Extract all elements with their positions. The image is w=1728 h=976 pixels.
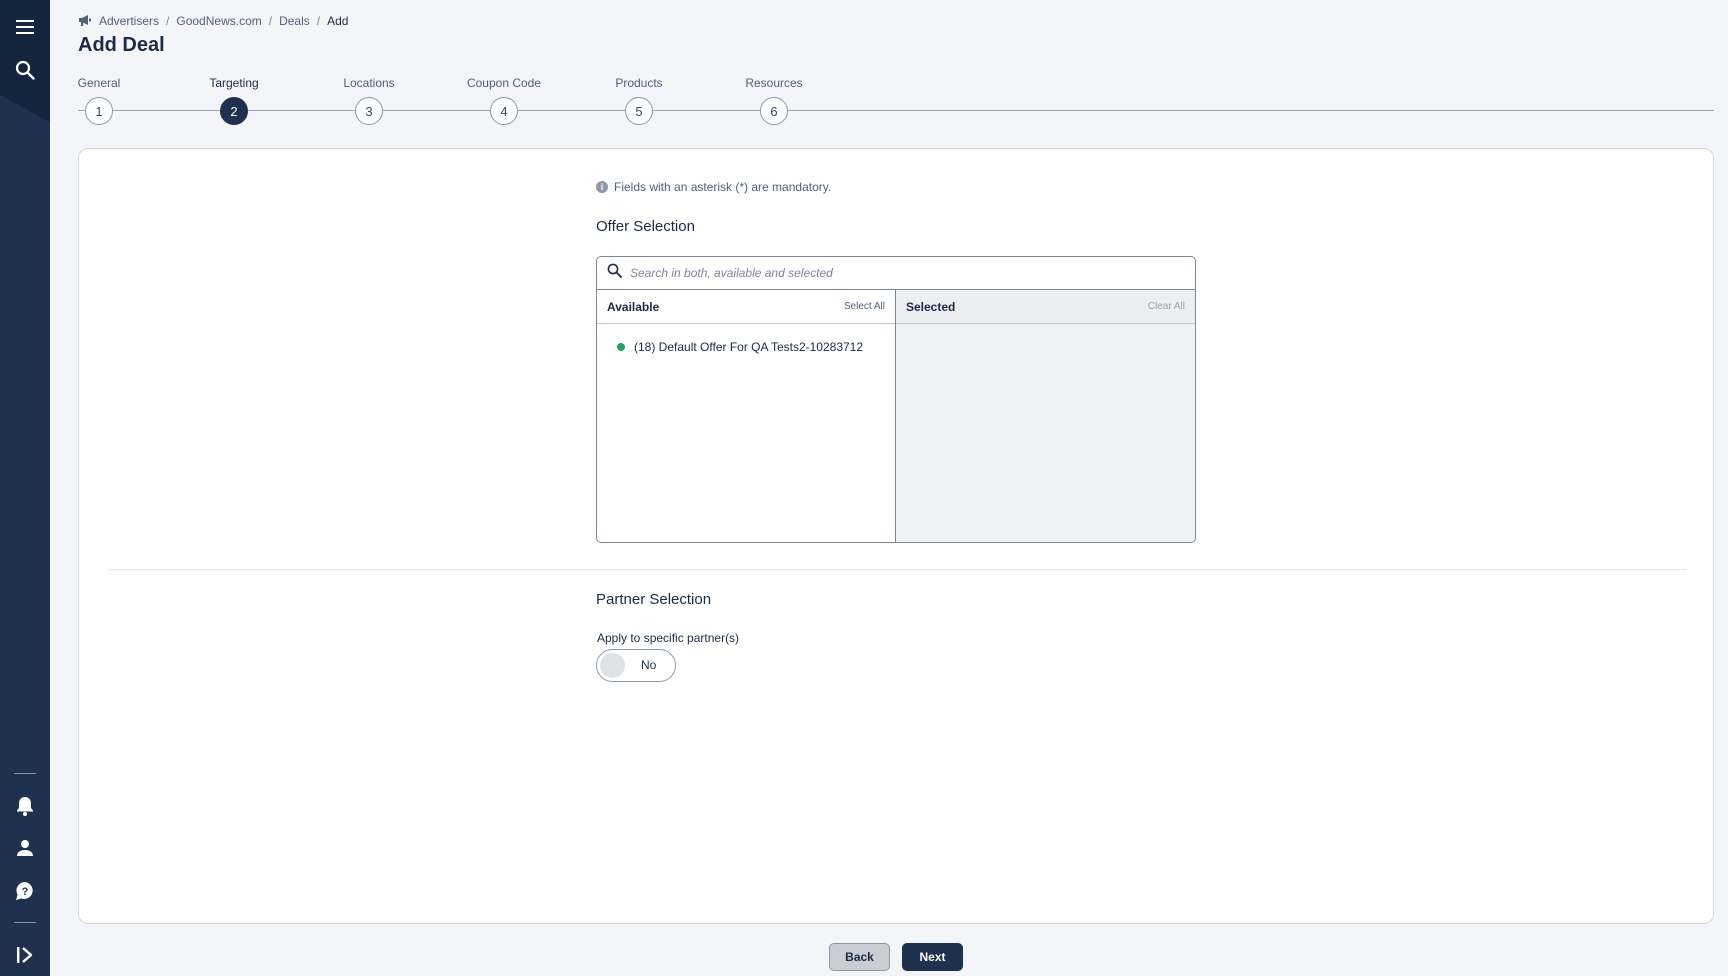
breadcrumb-deals[interactable]: Deals — [279, 14, 310, 28]
step-products[interactable]: Products 5 — [584, 74, 694, 125]
selected-header: Selected Clear All — [896, 290, 1195, 324]
breadcrumb-separator: / — [316, 14, 321, 28]
mandatory-note: i Fields with an asterisk (*) are mandat… — [596, 180, 831, 194]
wizard-stepper: General 1 Targeting 2 Locations 3 Coupon… — [78, 74, 1714, 128]
step-targeting[interactable]: Targeting 2 — [179, 74, 289, 125]
offer-dual-list: Available Select All (18) Default Offer … — [596, 256, 1196, 543]
toggle-knob — [600, 653, 625, 678]
available-header: Available Select All — [597, 290, 895, 324]
back-button[interactable]: Back — [829, 943, 890, 971]
list-item[interactable]: (18) Default Offer For QA Tests2-1028371… — [597, 334, 895, 360]
status-dot — [617, 343, 625, 351]
search-icon — [607, 263, 622, 283]
next-button[interactable]: Next — [902, 943, 963, 971]
step-label: General — [77, 76, 121, 90]
search-icon[interactable] — [0, 50, 50, 90]
partner-field-label: Apply to specific partner(s) — [597, 631, 740, 645]
partner-toggle[interactable]: No — [596, 649, 676, 682]
available-list: Available Select All (18) Default Offer … — [597, 290, 896, 542]
sidebar: ? — [0, 0, 50, 976]
page-title: Add Deal — [78, 34, 165, 56]
megaphone-icon — [78, 14, 92, 29]
list-item-label: (18) Default Offer For QA Tests2-1028371… — [634, 340, 864, 354]
offer-search-bar — [597, 257, 1195, 290]
step-label: Resources — [745, 76, 803, 90]
step-number: 5 — [625, 97, 653, 125]
step-number: 1 — [85, 97, 113, 125]
sidebar-divider — [14, 773, 36, 774]
offer-search-input[interactable] — [630, 259, 1195, 287]
toggle-label: No — [641, 658, 657, 672]
bell-icon[interactable] — [0, 786, 50, 826]
step-label: Targeting — [209, 76, 259, 90]
step-number: 3 — [355, 97, 383, 125]
step-label: Coupon Code — [466, 76, 542, 90]
partner-selection-title: Partner Selection — [596, 591, 712, 608]
breadcrumb-current: Add — [327, 14, 349, 28]
step-locations[interactable]: Locations 3 — [314, 74, 424, 125]
selected-title: Selected — [906, 299, 956, 314]
selected-list: Selected Clear All — [896, 290, 1195, 542]
step-number: 2 — [220, 97, 248, 125]
step-label: Locations — [343, 76, 395, 90]
help-icon[interactable]: ? — [0, 871, 50, 911]
breadcrumb-advertiser-name[interactable]: GoodNews.com — [176, 14, 261, 28]
select-all-button[interactable]: Select All — [844, 301, 885, 312]
breadcrumb-advertisers[interactable]: Advertisers — [99, 14, 159, 28]
mandatory-note-text: Fields with an asterisk (*) are mandator… — [614, 180, 832, 194]
step-coupon-code[interactable]: Coupon Code 4 — [449, 74, 559, 125]
offer-selection-title: Offer Selection — [596, 218, 695, 235]
user-icon[interactable] — [0, 828, 50, 868]
breadcrumb-separator: / — [268, 14, 273, 28]
svg-text:?: ? — [22, 886, 29, 898]
step-resources[interactable]: Resources 6 — [719, 74, 829, 125]
step-number: 4 — [490, 97, 518, 125]
step-general[interactable]: General 1 — [44, 74, 154, 125]
section-divider — [108, 569, 1686, 570]
breadcrumb-separator: / — [166, 14, 170, 28]
step-label: Products — [615, 76, 663, 90]
clear-all-button[interactable]: Clear All — [1148, 301, 1185, 312]
info-icon: i — [596, 181, 608, 193]
breadcrumb: Advertisers / GoodNews.com / Deals / Add — [78, 12, 348, 30]
expand-icon[interactable] — [0, 935, 50, 975]
available-title: Available — [607, 299, 660, 314]
menu-icon[interactable] — [0, 7, 50, 47]
step-number: 6 — [760, 97, 788, 125]
sidebar-divider — [14, 922, 36, 923]
